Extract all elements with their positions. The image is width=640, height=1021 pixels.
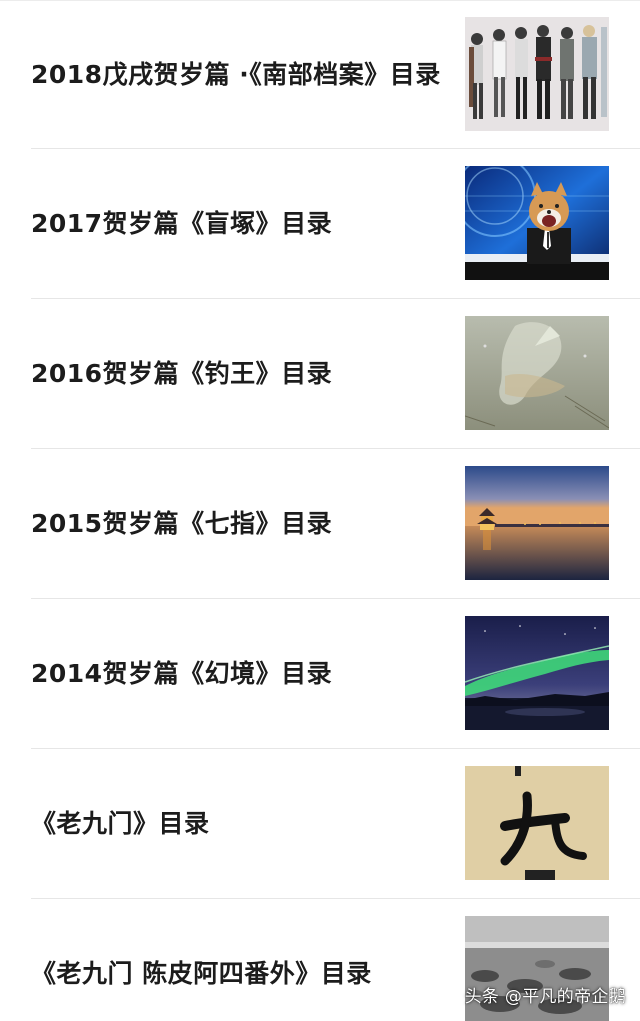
list-item[interactable]: 2014贺岁篇《幻境》目录 [0,599,640,749]
list-item[interactable]: 2015贺岁篇《七指》目录 [0,449,640,599]
item-title[interactable]: 2015贺岁篇《七指》目录 [31,506,443,542]
source-watermark: 头条 @平凡的帝企鹅 [464,987,626,1007]
item-title[interactable]: 2017贺岁篇《盲塚》目录 [31,206,443,242]
fish-under-ice-thumbnail [465,316,609,430]
list-item[interactable]: 2017贺岁篇《盲塚》目录 [0,149,640,299]
item-title[interactable]: 2014贺岁篇《幻境》目录 [31,656,443,692]
item-thumbnail[interactable] [465,466,609,580]
item-thumbnail[interactable] [465,17,609,131]
calligraphy-thumbnail [465,766,609,880]
item-thumbnail[interactable] [465,616,609,730]
anime-characters-thumbnail [465,17,609,131]
list-item[interactable]: 《老九门》目录 [0,749,640,899]
item-title[interactable]: 《老九门》目录 [31,806,443,842]
item-title[interactable]: 2018戊戌贺岁篇 ·《南部档案》目录 [31,57,443,93]
item-thumbnail[interactable] [465,166,609,280]
item-title[interactable]: 《老九门 陈皮阿四番外》目录 [31,956,443,992]
shiba-dog-news-thumbnail [465,166,609,280]
lake-pavilion-thumbnail [465,466,609,580]
aurora-night-thumbnail [465,616,609,730]
item-thumbnail[interactable] [465,766,609,880]
list-item[interactable]: 2018戊戌贺岁篇 ·《南部档案》目录 [0,0,640,150]
item-thumbnail[interactable] [465,316,609,430]
list-item[interactable]: 2016贺岁篇《钓王》目录 [0,299,640,449]
item-title[interactable]: 2016贺岁篇《钓王》目录 [31,356,443,392]
